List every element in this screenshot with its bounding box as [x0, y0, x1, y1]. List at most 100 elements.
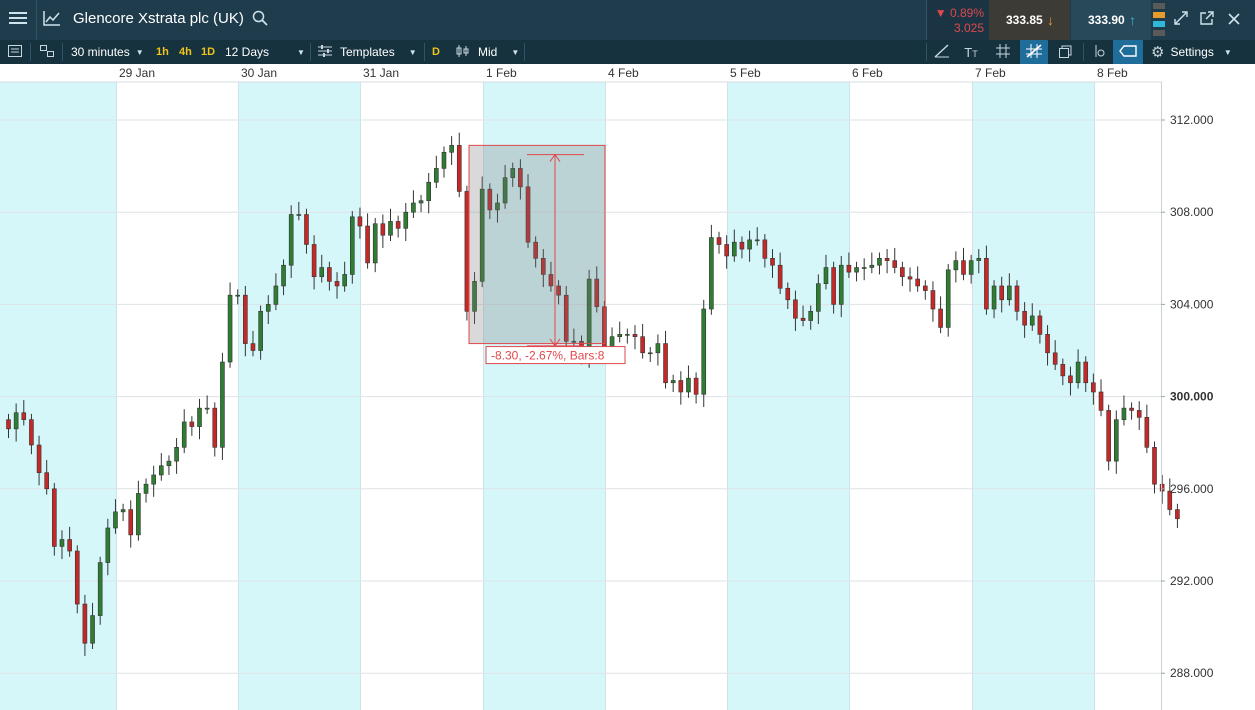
- candle-body: [128, 509, 134, 536]
- candle-body: [59, 539, 65, 547]
- d-badge-button[interactable]: D: [432, 40, 440, 64]
- popout-button[interactable]: [1194, 0, 1220, 40]
- candle-body: [640, 336, 645, 354]
- date-label: 7 Feb: [975, 66, 1006, 80]
- grid-toggle[interactable]: [992, 40, 1014, 64]
- candle-body: [243, 294, 248, 344]
- candle-body: [13, 412, 19, 430]
- candle-body: [1091, 382, 1096, 393]
- interval-label: 30 minutes: [71, 45, 130, 59]
- sell-button[interactable]: 333.85 ↓: [989, 0, 1070, 40]
- title-bar: Glencore Xstrata plc (UK) ▼ 0.89% 3.025 …: [0, 0, 1255, 40]
- range-label: 12 Days: [225, 45, 270, 59]
- level-bars-icon: [1153, 3, 1165, 37]
- candle-body: [869, 264, 875, 268]
- candle-body: [938, 308, 943, 328]
- settings-button[interactable]: ⚙ Settings ▼: [1151, 40, 1232, 64]
- sell-price: 333.85: [1006, 13, 1043, 27]
- candle-body: [961, 260, 966, 275]
- candle-body: [174, 447, 179, 462]
- crosshair-grid-toggle[interactable]: [1020, 40, 1048, 64]
- candle-body: [456, 145, 462, 192]
- settings-label: Settings: [1170, 45, 1214, 59]
- candle-body: [1060, 364, 1066, 377]
- quick-interval-1h[interactable]: 1h: [156, 40, 169, 64]
- candle-body: [304, 214, 309, 245]
- expand-button[interactable]: [1168, 0, 1194, 40]
- candle-body: [21, 412, 27, 420]
- date-label: 4 Feb: [608, 66, 639, 80]
- quick-interval-4h[interactable]: 4h: [179, 40, 192, 64]
- candle-body: [854, 267, 859, 273]
- candle-body: [1129, 407, 1134, 411]
- candle-body: [380, 223, 386, 236]
- candle-body: [265, 304, 271, 312]
- draw-line-tool[interactable]: [932, 40, 952, 64]
- layout-button[interactable]: [40, 40, 54, 64]
- candle-body: [1114, 419, 1119, 462]
- candle-body: [434, 168, 439, 183]
- candle-body: [670, 380, 676, 384]
- buy-button[interactable]: 333.90 ↑: [1071, 0, 1151, 40]
- candle-body: [143, 483, 149, 494]
- candle-body: [220, 361, 225, 448]
- candle-body: [754, 239, 760, 242]
- candle-body: [731, 241, 737, 257]
- sliders-icon: [318, 44, 332, 60]
- price-chart[interactable]: 29 Jan 30 Jan 31 Jan 1 Feb 4 Feb 5 Feb 6 Feb 7 …: [0, 64, 1255, 710]
- range-select[interactable]: 12 Days ▼: [225, 40, 305, 64]
- y-tick-label: 312.000: [1170, 113, 1214, 127]
- candle-body: [1029, 315, 1035, 326]
- session-band: [727, 82, 849, 710]
- menu-button[interactable]: [0, 0, 37, 40]
- candle-body: [181, 421, 187, 448]
- candle-body: [1175, 509, 1180, 520]
- price-type-label: Mid: [478, 45, 498, 59]
- candle-body: [625, 334, 630, 336]
- search-button[interactable]: [250, 0, 270, 40]
- candle-body: [250, 343, 256, 351]
- date-label: 6 Feb: [852, 66, 883, 80]
- candle-body: [739, 241, 745, 250]
- candle-body: [403, 211, 409, 229]
- candle-body: [82, 603, 88, 644]
- copy-tool[interactable]: [1055, 40, 1077, 64]
- candle-body: [953, 260, 959, 271]
- candle-body: [1098, 391, 1104, 411]
- candle-body: [785, 287, 791, 301]
- chart-canvas[interactable]: 29 Jan 30 Jan 31 Jan 1 Feb 4 Feb 5 Feb 6 Feb 7 …: [0, 64, 1255, 710]
- search-icon: [252, 10, 268, 31]
- change-percent: ▼ 0.89%: [934, 6, 984, 20]
- candle-body: [334, 281, 340, 287]
- price-type-select[interactable]: Mid ▼: [456, 40, 519, 64]
- candle-body: [204, 407, 210, 410]
- date-label: 31 Jan: [363, 66, 399, 80]
- instrument-title: Glencore Xstrata plc (UK): [73, 10, 244, 27]
- close-button[interactable]: [1221, 0, 1247, 40]
- pencil-line-icon: [934, 43, 950, 61]
- up-arrow-icon: ↑: [1129, 12, 1136, 28]
- candle-body: [74, 550, 80, 605]
- candle-body: [288, 214, 294, 266]
- candle-body: [1136, 410, 1142, 418]
- candle-body: [1045, 334, 1050, 354]
- candle-body: [877, 258, 882, 266]
- candle-body: [991, 285, 997, 310]
- interval-select[interactable]: 30 minutes ▼: [71, 40, 144, 64]
- text-size-tool[interactable]: TT: [960, 40, 982, 64]
- templates-select[interactable]: Templates ▼: [318, 40, 417, 64]
- candle-body: [136, 493, 141, 536]
- session-band: [972, 82, 1094, 710]
- candle-body: [357, 216, 363, 227]
- candle-body: [647, 352, 653, 355]
- candle-body: [1075, 361, 1081, 384]
- candle-body: [808, 311, 814, 321]
- candle-body: [449, 145, 454, 153]
- candle-body: [838, 264, 844, 305]
- candle-body: [663, 343, 668, 384]
- quick-interval-1d[interactable]: 1D: [201, 40, 215, 64]
- indicator-tool[interactable]: [1088, 40, 1110, 64]
- tag-tool[interactable]: [1113, 40, 1143, 64]
- list-view-button[interactable]: [8, 40, 22, 64]
- chart-type-button[interactable]: [37, 0, 67, 40]
